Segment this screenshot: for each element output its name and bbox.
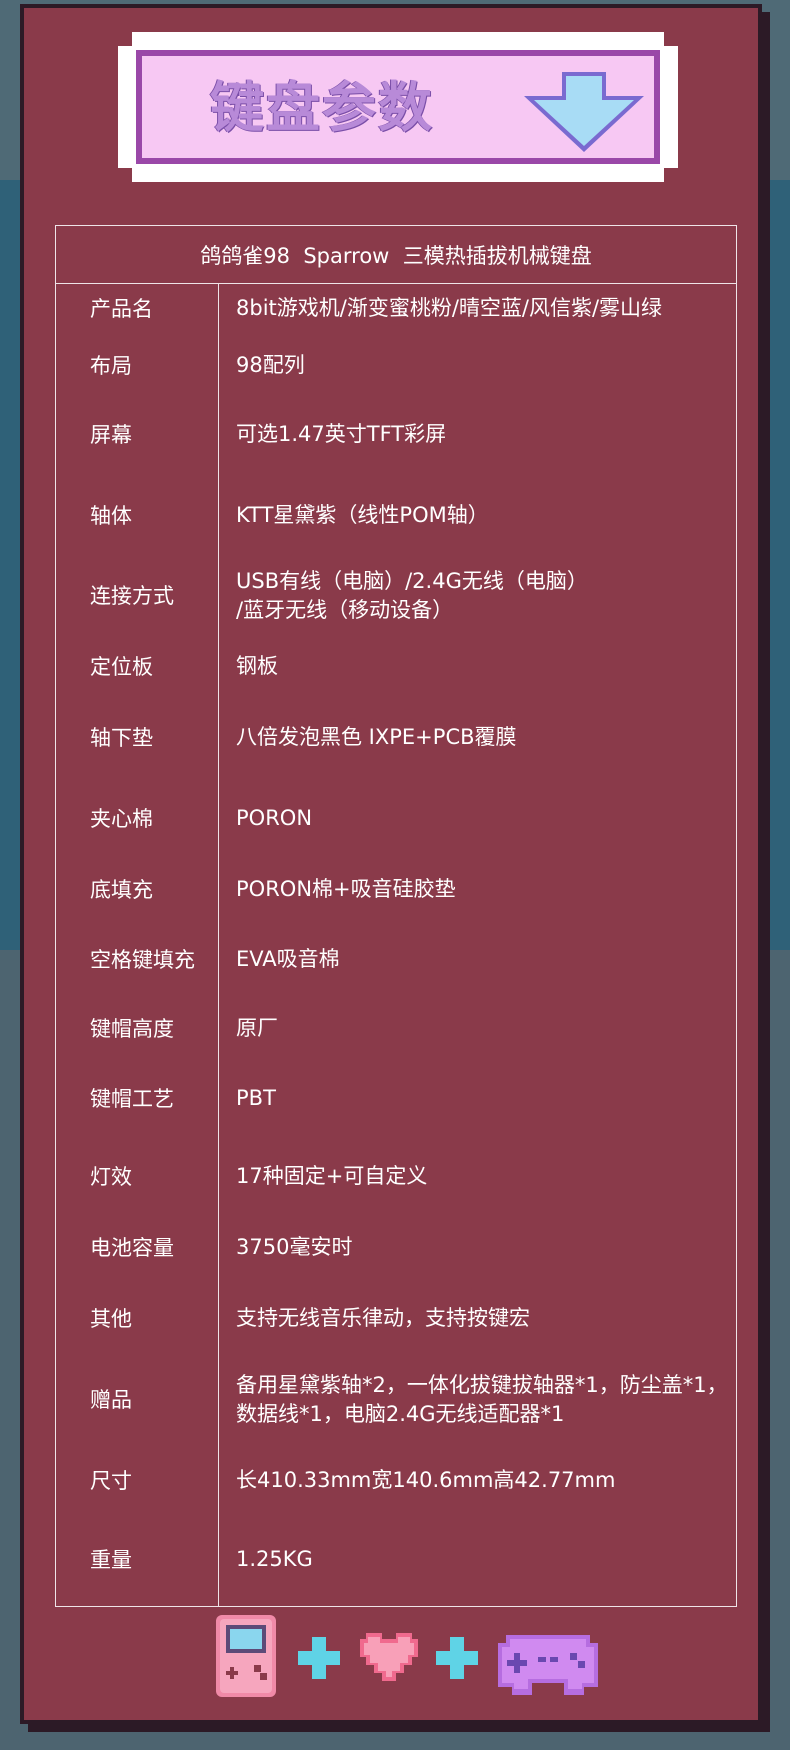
spec-label: 连接方式 [90,584,174,608]
spec-value: 钢板 [236,654,278,678]
spec-label: 产品名 [90,297,153,321]
spec-label: 灯效 [90,1165,132,1189]
heart-icon [360,1633,418,1681]
table-title: 鸽鸽雀98 Sparrow 三模热插拔机械键盘 [56,226,736,284]
spec-value: 3750毫安时 [236,1235,353,1259]
spec-label: 轴体 [90,504,132,528]
spec-value: 1.25KG [236,1547,313,1571]
spec-value: 长410.33mm宽140.6mm高42.77mm [236,1468,616,1492]
spec-label: 空格键填充 [90,948,195,972]
footer-icons [0,1615,790,1705]
column-divider [218,283,219,1606]
spec-value: 98配列 [236,353,305,377]
spec-label: 重量 [90,1548,132,1572]
spec-value: PORON棉+吸音硅胶垫 [236,877,456,901]
spec-value: USB有线（电脑）/2.4G无线（电脑） /蓝牙无线（移动设备） [236,569,588,622]
spec-value: EVA吸音棉 [236,947,340,971]
spec-label: 键帽工艺 [90,1087,174,1111]
spec-value: 备用星黛紫轴*2，一体化拔键拔轴器*1，防尘盖*1， 数据线*1，电脑2.4G无… [236,1373,728,1426]
spec-table: 鸽鸽雀98 Sparrow 三模热插拔机械键盘 产品名 8bit游戏机/渐变蜜桃粉… [55,225,737,1607]
spec-value: 支持无线音乐律动，支持按键宏 [236,1306,530,1330]
spec-label: 布局 [90,354,132,378]
banner-title: 键盘参数 [210,76,434,139]
plus-icon [298,1637,340,1679]
spec-value: 可选1.47英寸TFT彩屏 [236,422,447,446]
spec-value: PBT [236,1086,276,1110]
banner-border: 键盘参数 [136,50,660,164]
down-arrow-icon [522,70,646,154]
spec-label: 电池容量 [90,1236,174,1260]
plus-icon [436,1637,478,1679]
spec-label: 定位板 [90,655,153,679]
spec-label: 尺寸 [90,1469,132,1493]
spec-label: 赠品 [90,1388,132,1412]
spec-label: 屏幕 [90,423,132,447]
gamepad-icon [498,1635,598,1695]
spec-value: KTT星黛紫（线性POM轴） [236,503,489,527]
spec-label: 底填充 [90,878,153,902]
spec-label: 轴下垫 [90,726,153,750]
spec-value: 原厂 [236,1016,278,1040]
banner-face: 键盘参数 [142,56,654,158]
spec-label: 夹心棉 [90,807,153,831]
spec-value: 8bit游戏机/渐变蜜桃粉/晴空蓝/风信紫/雾山绿 [236,296,663,320]
gameboy-icon [216,1615,276,1697]
spec-value: PORON [236,806,313,830]
spec-label: 键帽高度 [90,1017,174,1041]
spec-value: 八倍发泡黑色 IXPE+PCB覆膜 [236,725,517,749]
spec-label: 其他 [90,1307,132,1331]
title-banner: 键盘参数 [118,32,678,182]
spec-value: 17种固定+可自定义 [236,1164,428,1188]
